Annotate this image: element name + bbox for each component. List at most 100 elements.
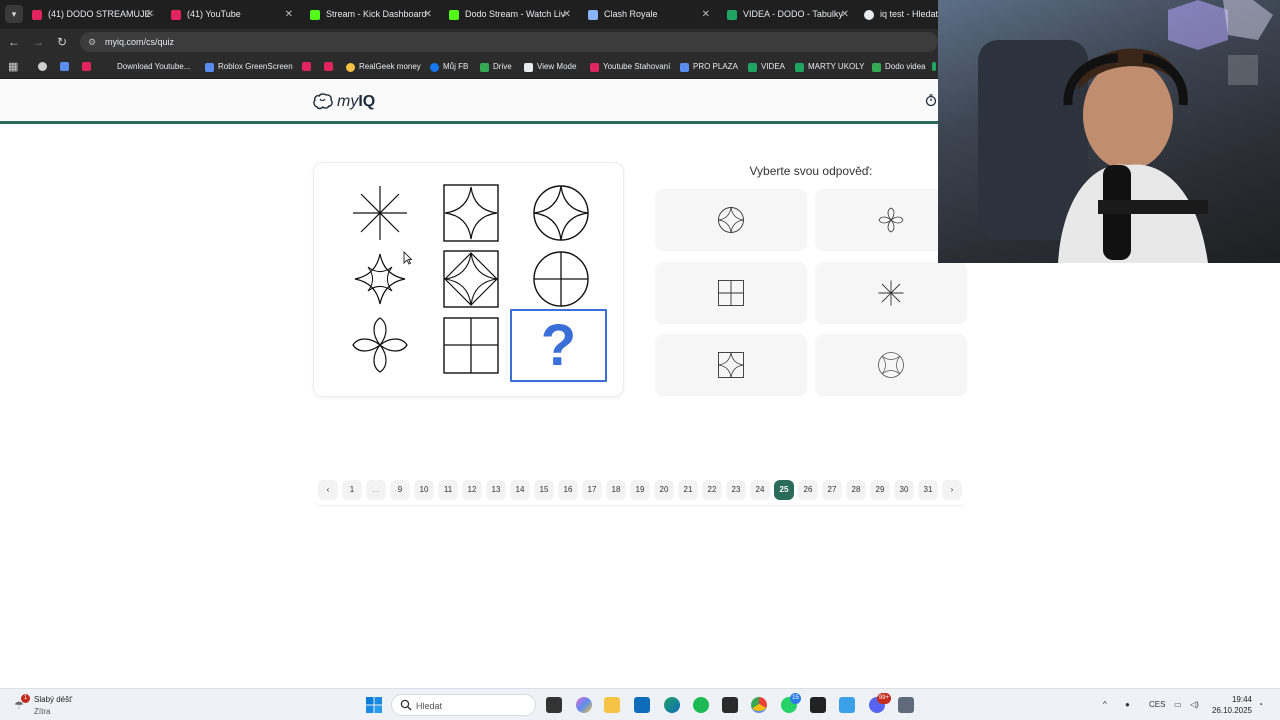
answer-option-5[interactable] — [655, 334, 807, 396]
page-24[interactable]: 24 — [750, 480, 770, 500]
page-16[interactable]: 16 — [558, 480, 578, 500]
page-30[interactable]: 30 — [894, 480, 914, 500]
whatsapp-badge: 15 — [790, 693, 801, 704]
page-29[interactable]: 29 — [870, 480, 890, 500]
close-tab-icon[interactable]: ✕ — [424, 2, 432, 27]
chrome-icon[interactable] — [751, 697, 767, 713]
star-outline-circle-icon — [878, 352, 904, 378]
url-input[interactable]: ⚙ myiq.com/cs/quiz — [80, 32, 938, 52]
tab-videa-tabulky[interactable]: VIDEA - DODO - Tabulky ✕ — [727, 2, 849, 27]
site-info-icon[interactable]: ⚙ — [88, 37, 98, 47]
page-17[interactable]: 17 — [582, 480, 602, 500]
bookmark-icon — [205, 62, 214, 72]
star-in-square-icon — [443, 184, 499, 242]
page-15[interactable]: 15 — [534, 480, 554, 500]
petal-in-square-icon — [443, 250, 499, 308]
bookmark-download-youtube[interactable]: Download Youtube... — [117, 55, 190, 79]
page-1[interactable]: 1 — [342, 480, 362, 500]
page-31[interactable]: 31 — [918, 480, 938, 500]
tab-clash-royale[interactable]: Clash Royale ✕ — [588, 2, 710, 27]
close-tab-icon[interactable]: ✕ — [285, 2, 293, 27]
page-19[interactable]: 19 — [630, 480, 650, 500]
timer-icon[interactable] — [925, 94, 937, 106]
app-f-icon[interactable] — [839, 697, 855, 713]
taskbar-search-input[interactable]: Hledat — [391, 694, 536, 716]
microphone-icon[interactable]: ● — [1125, 689, 1130, 720]
tab-dodo-stream[interactable]: Dodo Stream - Watch Liv ✕ — [449, 2, 571, 27]
page-18[interactable]: 18 — [606, 480, 626, 500]
network-icon[interactable]: ▭ — [1174, 689, 1182, 720]
tab-kick-dashboard[interactable]: Stream - Kick Dashboard ✕ — [310, 2, 432, 27]
windows-start-icon[interactable] — [366, 697, 382, 713]
file-explorer-icon[interactable] — [604, 697, 620, 713]
page-10[interactable]: 10 — [414, 480, 434, 500]
bookmark-1[interactable] — [60, 55, 73, 79]
page-28[interactable]: 28 — [846, 480, 866, 500]
tab-iq-test-search[interactable]: iq test - Hledat G — [864, 2, 938, 27]
bookmark-2[interactable] — [82, 55, 95, 79]
bookmark-view-mode[interactable]: View Mode — [524, 55, 576, 79]
bookmark-muj-fb[interactable]: Můj FB — [430, 55, 468, 79]
outlook-icon[interactable] — [634, 697, 650, 713]
copilot-icon[interactable] — [576, 697, 592, 713]
page-25-current[interactable]: 25 — [774, 480, 794, 500]
language-indicator[interactable]: CES — [1149, 689, 1165, 720]
page-23[interactable]: 23 — [726, 480, 746, 500]
bookmark-marty-ukoly[interactable]: MARTY UKOLY — [795, 55, 864, 79]
clock-time: 19:44 — [1231, 695, 1252, 704]
system-clock[interactable]: 19:44 26.10.2025 — [1208, 694, 1252, 716]
myiq-logo[interactable]: myIQ — [313, 92, 375, 112]
bookmark-6[interactable] — [324, 55, 337, 79]
page-22[interactable]: 22 — [702, 480, 722, 500]
answer-option-3[interactable] — [655, 262, 807, 324]
tab-search-menu-icon[interactable]: ▾ — [5, 5, 23, 23]
bookmark-pro-plaza[interactable]: PRO PLAZA — [680, 55, 738, 79]
page-9[interactable]: 9 — [390, 480, 410, 500]
bookmark-realgeek-money[interactable]: RealGeek money — [346, 55, 421, 79]
bookmark-drive[interactable]: Drive — [480, 55, 512, 79]
four-petal-flower-icon — [878, 207, 904, 233]
tab-youtube[interactable]: (41) YouTube ✕ — [171, 2, 293, 27]
page-21[interactable]: 21 — [678, 480, 698, 500]
missing-cell-question: ? — [510, 309, 607, 382]
epic-games-icon[interactable] — [810, 697, 826, 713]
answer-option-4[interactable] — [815, 262, 967, 324]
tab-dodo-streamuje[interactable]: (41) DODO STREAMUJE - ✕ — [32, 2, 154, 27]
close-tab-icon[interactable]: ✕ — [563, 2, 571, 27]
answer-option-6[interactable] — [815, 334, 967, 396]
bookmark-0[interactable] — [38, 55, 51, 79]
bookmark-roblox-greenscreen[interactable]: Roblox GreenScreen — [205, 55, 293, 79]
reload-icon[interactable]: ↻ — [54, 34, 70, 50]
close-tab-icon[interactable]: ✕ — [841, 2, 849, 27]
webcam-overlay — [938, 0, 1280, 263]
notification-bell-icon[interactable]: ◔ — [1258, 689, 1263, 720]
page-12[interactable]: 12 — [462, 480, 482, 500]
pagination-prev[interactable]: ‹ — [318, 480, 338, 500]
page-20[interactable]: 20 — [654, 480, 674, 500]
page-26[interactable]: 26 — [798, 480, 818, 500]
page-13[interactable]: 13 — [486, 480, 506, 500]
apps-grid-icon[interactable]: ▦ — [8, 55, 18, 79]
close-tab-icon[interactable]: ✕ — [702, 2, 710, 27]
close-tab-icon[interactable]: ✕ — [146, 2, 154, 27]
volume-icon[interactable]: ◁) — [1190, 689, 1199, 720]
page-14[interactable]: 14 — [510, 480, 530, 500]
calculator-icon[interactable] — [898, 697, 914, 713]
back-arrow-icon[interactable]: ← — [6, 34, 22, 50]
google-icon — [864, 9, 874, 20]
bookmark-dodo-videa[interactable]: Dodo videa — [872, 55, 925, 79]
page-27[interactable]: 27 — [822, 480, 842, 500]
bookmark-youtube-stahovani[interactable]: Youtube Stahovaní — [590, 55, 670, 79]
edge-icon[interactable] — [664, 697, 680, 713]
bookmark-videa[interactable]: VIDEA — [748, 55, 785, 79]
answer-option-1[interactable] — [655, 189, 807, 251]
tray-overflow-icon[interactable]: ^ — [1103, 689, 1107, 720]
forward-arrow-icon[interactable]: → — [30, 34, 46, 50]
task-view-icon[interactable] — [546, 697, 562, 713]
bookmark-5[interactable] — [302, 55, 315, 79]
terminal-icon[interactable] — [722, 697, 738, 713]
pagination-next[interactable]: › — [942, 480, 962, 500]
spotify-icon[interactable] — [693, 697, 709, 713]
page-11[interactable]: 11 — [438, 480, 458, 500]
weather-subtitle: Zítra — [34, 707, 51, 716]
